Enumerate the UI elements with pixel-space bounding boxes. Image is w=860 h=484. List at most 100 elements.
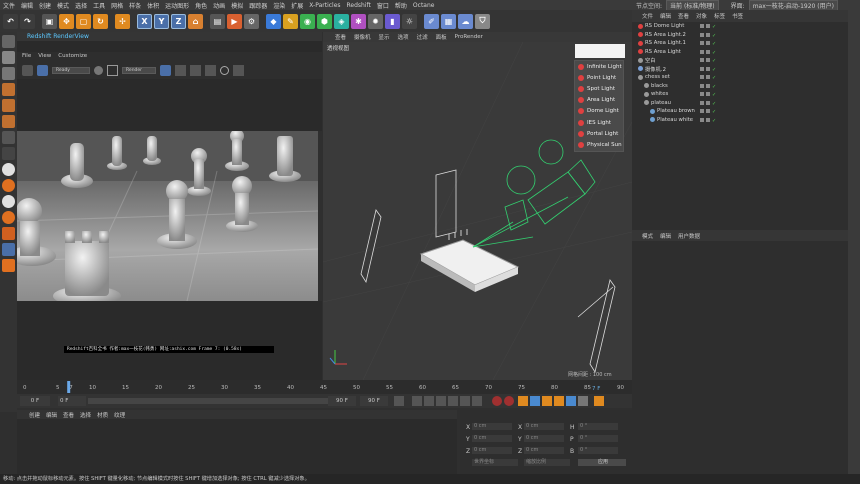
menu-item[interactable]: Redshift <box>347 2 371 9</box>
menu-item[interactable]: 体积 <box>147 1 159 10</box>
rotate-icon[interactable]: ↻ <box>93 13 108 29</box>
scale-icon[interactable]: ▢ <box>76 13 91 29</box>
play-icon[interactable] <box>436 396 446 406</box>
floor-icon[interactable]: ▦ <box>441 13 456 29</box>
go-end-icon[interactable] <box>472 396 482 406</box>
enabled-check-icon[interactable]: ✓ <box>712 33 716 39</box>
transform-icon[interactable]: ✢ <box>115 13 130 29</box>
move-icon[interactable]: ✥ <box>59 13 74 29</box>
timeline-menu-icon[interactable] <box>594 396 604 406</box>
end-frame-field[interactable]: 90 F <box>328 396 356 406</box>
render-view-icon[interactable]: ▤ <box>210 13 225 29</box>
key-rotate-icon[interactable] <box>554 396 564 406</box>
menu-item[interactable]: 帮助 <box>395 1 407 10</box>
light-item-physical-sun[interactable]: Physical Sun <box>575 139 623 150</box>
enabled-check-icon[interactable]: ✓ <box>712 41 716 47</box>
size-x-field[interactable]: 0 cm <box>524 423 564 430</box>
mat-menu-texture[interactable]: 纹理 <box>114 411 125 419</box>
visibility-dot-icon[interactable] <box>700 109 704 114</box>
redshift-s2-icon[interactable] <box>2 179 15 192</box>
points-mode-icon[interactable] <box>2 83 15 96</box>
menu-item[interactable]: Octane <box>413 2 435 9</box>
material-area[interactable] <box>17 419 457 474</box>
deformer-icon[interactable]: ◈ <box>334 13 349 29</box>
expand-icon[interactable] <box>190 64 201 76</box>
enabled-check-icon[interactable]: ✓ <box>712 109 716 115</box>
menu-item[interactable]: 模式 <box>57 1 69 10</box>
object-row[interactable]: 摄像机.2 ✓ <box>632 65 848 74</box>
scene-icon[interactable]: ✹ <box>368 13 383 29</box>
visibility-dot-icon[interactable] <box>700 92 704 97</box>
visibility-dot-icon[interactable] <box>700 32 704 37</box>
enabled-check-icon[interactable]: ✓ <box>712 24 716 30</box>
menu-item[interactable]: 动画 <box>213 1 225 10</box>
redo-icon[interactable]: ↷ <box>20 13 35 29</box>
light-icon[interactable]: ☼ <box>402 13 417 29</box>
visibility-dot-icon[interactable] <box>700 49 704 54</box>
object-row[interactable]: Plateau white ✓ <box>632 116 848 125</box>
texture-mode-icon[interactable] <box>2 67 15 80</box>
rot-p-field[interactable]: 0 ° <box>578 435 618 442</box>
snap-icon[interactable] <box>2 147 15 160</box>
visibility-dot-icon[interactable] <box>700 24 704 29</box>
status-select[interactable]: Ready <box>52 66 90 74</box>
mat-menu-material[interactable]: 材质 <box>97 411 108 419</box>
redshift-s3-icon[interactable] <box>2 195 15 208</box>
visibility-dot-icon[interactable] <box>706 58 710 63</box>
visibility-dot-icon[interactable] <box>706 92 710 97</box>
settings-icon[interactable] <box>205 64 216 76</box>
light-item-area[interactable]: Area Light <box>575 95 623 106</box>
enabled-check-icon[interactable]: ✓ <box>712 84 716 90</box>
object-row[interactable]: RS Area Light.1 ✓ <box>632 39 848 48</box>
om-menu-file[interactable]: 文件 <box>642 12 653 20</box>
edges-mode-icon[interactable] <box>2 99 15 112</box>
menu-item[interactable]: 样条 <box>129 1 141 10</box>
polygons-mode-icon[interactable] <box>2 115 15 128</box>
menu-item[interactable]: 模拟 <box>231 1 243 10</box>
cloner-icon[interactable]: ⬢ <box>317 13 332 29</box>
render-select[interactable]: Render <box>122 66 156 74</box>
stop-icon[interactable] <box>22 64 33 76</box>
model-mode-icon[interactable] <box>2 51 15 64</box>
vp-menu-options[interactable]: 选项 <box>398 33 409 41</box>
visibility-dot-icon[interactable] <box>706 109 710 114</box>
circle-icon[interactable] <box>220 65 229 75</box>
enabled-check-icon[interactable]: ✓ <box>712 101 716 107</box>
mat-menu-create[interactable]: 创建 <box>29 411 40 419</box>
menu-item[interactable]: 选择 <box>75 1 87 10</box>
menu-item[interactable]: 编辑 <box>21 1 33 10</box>
attr-menu-mode[interactable]: 模式 <box>642 232 653 240</box>
menu-item[interactable]: X-Particles <box>309 2 340 9</box>
next-frame-icon[interactable] <box>448 396 458 406</box>
pen-icon[interactable]: ✎ <box>283 13 298 29</box>
size-z-field[interactable]: 0 cm <box>524 447 564 454</box>
visibility-dot-icon[interactable] <box>706 66 710 71</box>
object-row[interactable]: 空白 ✓ <box>632 56 848 65</box>
key-move-icon[interactable] <box>530 396 540 406</box>
make-editable-icon[interactable] <box>2 35 15 48</box>
axis-z-button[interactable]: Z <box>171 13 186 29</box>
attr-menu-edit[interactable]: 编辑 <box>660 232 671 240</box>
visibility-dot-icon[interactable] <box>706 117 710 122</box>
next-key-icon[interactable] <box>460 396 470 406</box>
paint-icon[interactable]: ✐ <box>424 13 439 29</box>
light-item-infinite[interactable]: Infinite Light <box>575 61 623 72</box>
om-menu-view[interactable]: 查看 <box>678 12 689 20</box>
enabled-check-icon[interactable]: ✓ <box>712 67 716 73</box>
start-frame-field[interactable]: 0 F <box>20 396 50 406</box>
redshift-s1-icon[interactable] <box>2 163 15 176</box>
prev-frame-icon[interactable] <box>424 396 434 406</box>
axis-mode-icon[interactable] <box>2 131 15 144</box>
light-item-dome[interactable]: Dome Light <box>575 106 623 117</box>
object-row[interactable]: RS Area Light.2 ✓ <box>632 31 848 40</box>
visibility-dot-icon[interactable] <box>706 24 710 29</box>
enabled-check-icon[interactable]: ✓ <box>712 118 716 124</box>
object-row[interactable]: RS Area Light ✓ <box>632 48 848 57</box>
enabled-check-icon[interactable]: ✓ <box>712 92 716 98</box>
menu-item[interactable]: 扩展 <box>291 1 303 10</box>
axis-x-button[interactable]: X <box>137 13 152 29</box>
pos-z-field[interactable]: 0 cm <box>472 447 512 454</box>
rv-menu-file[interactable]: File <box>22 52 31 61</box>
menu-item[interactable]: 角色 <box>195 1 207 10</box>
light-item-portal[interactable]: Portal Light <box>575 128 623 139</box>
